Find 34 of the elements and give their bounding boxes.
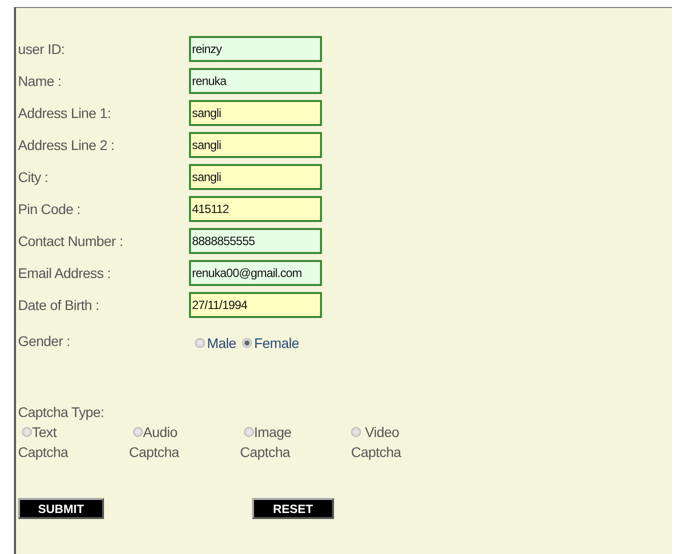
- text-field[interactable]: reinzy: [189, 36, 322, 62]
- captcha-label: Captcha Type:: [18, 404, 104, 420]
- field-label: Name :: [18, 73, 62, 89]
- radio-button[interactable]: [22, 427, 32, 437]
- field-label: City :: [18, 169, 50, 185]
- radio-button[interactable]: [195, 338, 205, 348]
- radio-button[interactable]: [133, 427, 143, 437]
- text-field[interactable]: 27/11/1994: [189, 292, 322, 318]
- radio-label[interactable]: Male: [207, 335, 236, 351]
- radio-button[interactable]: [351, 427, 361, 437]
- radio-label[interactable]: Image Captcha: [240, 422, 306, 462]
- radio-button[interactable]: [242, 338, 252, 348]
- radio-label[interactable]: Female: [254, 335, 300, 351]
- gender-label: Gender :: [18, 333, 72, 349]
- field-label: Address Line 1:: [18, 105, 112, 121]
- field-label: Date of Birth :: [18, 297, 100, 313]
- form-button[interactable]: SUBMIT: [18, 498, 104, 519]
- field-label: Address Line 2 :: [18, 137, 116, 153]
- radio-label[interactable]: Text Captcha: [18, 422, 84, 462]
- text-field[interactable]: sangli: [189, 132, 322, 158]
- text-field[interactable]: renuka: [189, 68, 322, 94]
- radio-label[interactable]: Video Captcha: [351, 422, 417, 462]
- form-button[interactable]: RESET: [252, 498, 334, 519]
- field-label: Contact Number :: [18, 233, 124, 249]
- text-field[interactable]: 415112: [189, 196, 322, 222]
- text-field[interactable]: sangli: [189, 100, 322, 126]
- radio-button[interactable]: [244, 427, 254, 437]
- field-label: Email Address :: [18, 265, 112, 281]
- text-field[interactable]: sangli: [189, 164, 322, 190]
- radio-label[interactable]: Audio Captcha: [129, 422, 195, 462]
- field-label: Pin Code :: [18, 201, 82, 217]
- text-field[interactable]: 8888855555: [189, 228, 322, 254]
- field-label: user ID:: [18, 41, 66, 57]
- text-field[interactable]: renuka00@gmail.com: [189, 260, 322, 286]
